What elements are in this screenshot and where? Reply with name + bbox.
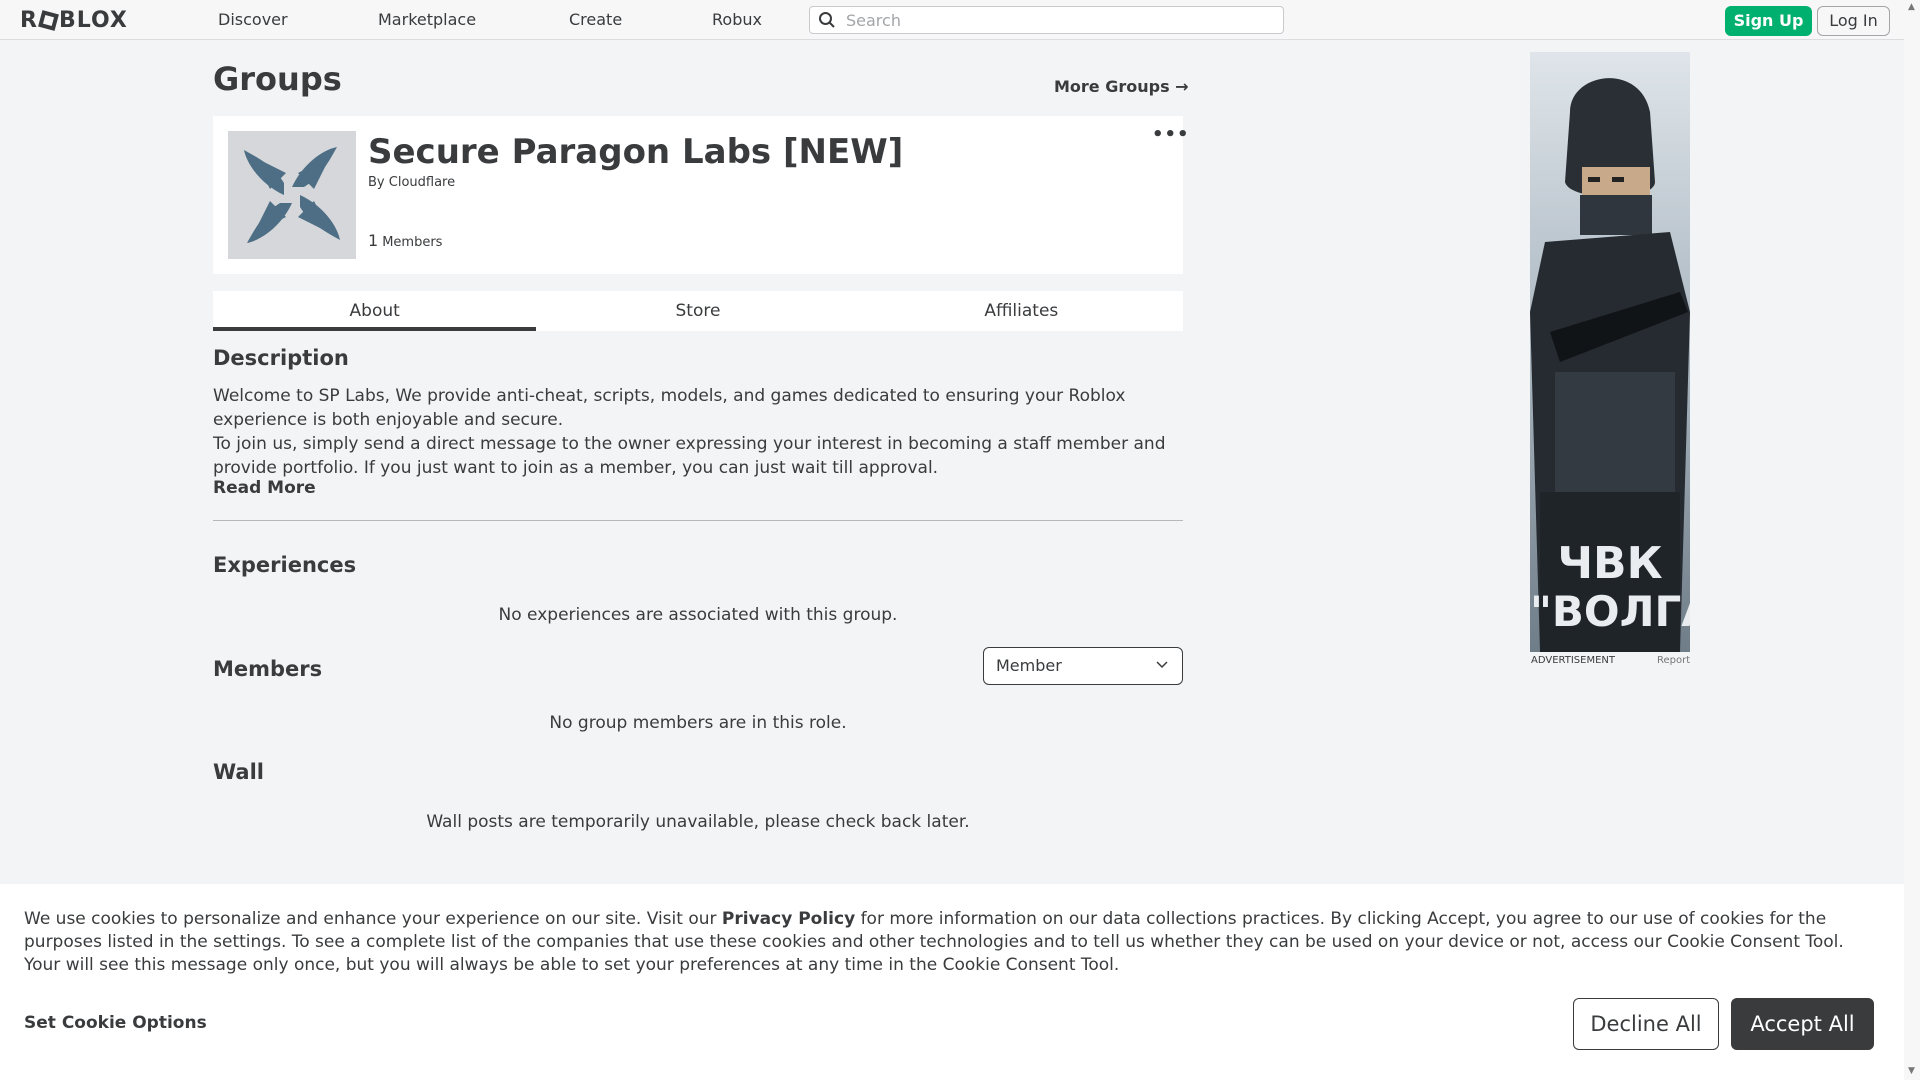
by-label: By [368,175,385,190]
group-emblem-image [228,131,356,259]
nav-robux[interactable]: Robux [712,0,762,40]
more-groups-link[interactable]: More Groups → [1054,77,1189,96]
members-heading: Members [213,657,323,681]
group-description: Welcome to SP Labs, We provide anti-chea… [213,384,1183,480]
chevron-down-icon [1156,661,1168,669]
privacy-policy-link[interactable]: Privacy Policy [722,909,855,929]
description-line-1: Welcome to SP Labs, We provide anti-chea… [213,386,1126,430]
top-navigation-bar: R BLOX Discover Marketplace Create Robux … [0,0,1904,40]
decline-all-button[interactable]: Decline All [1573,998,1719,1050]
group-member-count: 1 Members [368,231,442,250]
members-empty-message: No group members are in this role. [549,713,847,733]
members-label: Members [382,235,443,250]
cookie-consent-banner: We use cookies to personalize and enhanc… [0,884,1904,1080]
group-tabs: About Store Affiliates [213,291,1183,331]
tab-about[interactable]: About [213,291,537,331]
read-more-link[interactable]: Read More [213,478,316,498]
ad-text-line-2: "ВОЛГА" [1530,587,1690,636]
role-dropdown[interactable]: Member [983,647,1183,685]
logo-letters-blox: BLOX [58,7,128,33]
group-owner: By Cloudflare [368,175,455,190]
owner-link[interactable]: Cloudflare [389,175,455,190]
wall-heading: Wall [213,760,264,784]
log-in-button[interactable]: Log In [1817,6,1890,36]
swirl-emblem-icon [244,147,340,243]
accept-all-button[interactable]: Accept All [1731,998,1874,1050]
nav-discover[interactable]: Discover [218,0,288,40]
experiences-heading: Experiences [213,553,357,577]
search-icon [819,12,835,28]
ad-report-link[interactable]: Report [1657,655,1690,666]
cookie-text-before: We use cookies to personalize and enhanc… [24,909,722,929]
description-heading: Description [213,346,349,370]
group-header-card: Secure Paragon Labs [NEW] By Cloudflare … [213,116,1189,274]
sign-up-button[interactable]: Sign Up [1725,6,1812,36]
member-count-value: 1 [368,231,379,250]
scroll-down-arrow-icon[interactable]: ▼ [1908,1066,1915,1076]
nav-marketplace[interactable]: Marketplace [378,0,476,40]
description-line-2: To join us, simply send a direct message… [213,434,1166,478]
group-name: Secure Paragon Labs [NEW] [368,132,904,172]
vertical-scrollbar[interactable]: ▲ ▼ [1904,0,1920,1080]
search-input[interactable] [846,10,1266,30]
experiences-empty-message: No experiences are associated with this … [498,605,898,625]
nav-create[interactable]: Create [569,0,622,40]
cookie-consent-text: We use cookies to personalize and enhanc… [24,908,1884,977]
roblox-logo[interactable]: R BLOX [20,7,128,33]
ad-text-line-1: ЧВК [1557,538,1663,589]
more-options-ellipsis-icon[interactable]: ••• [1152,124,1190,145]
section-divider [213,520,1183,521]
logo-letter-r: R [20,7,38,33]
advertisement-label: ADVERTISEMENT [1531,655,1616,666]
tab-store[interactable]: Store [536,291,859,331]
advertisement-banner[interactable]: ЧВК "ВОЛГА" [1530,52,1690,652]
search-box[interactable] [809,6,1284,34]
logo-o-icon [38,9,59,31]
role-dropdown-value: Member [996,656,1062,675]
set-cookie-options-link[interactable]: Set Cookie Options [24,1013,207,1033]
tab-affiliates[interactable]: Affiliates [860,291,1183,331]
ad-headline: ЧВК "ВОЛГА" [1530,540,1690,636]
scroll-up-arrow-icon[interactable]: ▲ [1908,2,1915,12]
wall-unavailable-message: Wall posts are temporarily unavailable, … [426,812,970,832]
page-title: Groups [213,60,342,98]
